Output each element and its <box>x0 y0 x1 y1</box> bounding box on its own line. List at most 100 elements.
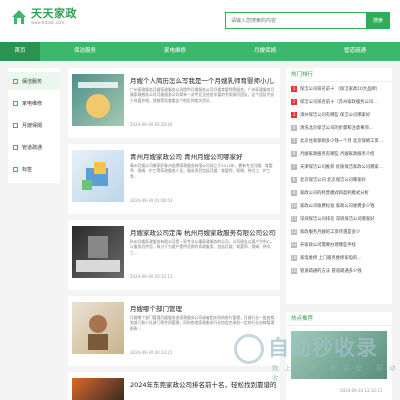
article-date: 2024-09-30 00:13:21 <box>130 350 173 355</box>
hot-list-item-label: 漳州保洁公司有哪些 保洁公司哪家好 <box>300 112 371 118</box>
square-icon <box>13 144 18 150</box>
article-thumbnail[interactable] <box>72 226 124 278</box>
article-card[interactable]: 2024年东莞家政公司排名前十名，轻松找到靠谱的家政服务 <box>68 372 280 400</box>
hot-list-item[interactable]: 6 月嫂家政服务有哪些 月嫂家政服务介绍 <box>286 147 392 160</box>
hot-list-item[interactable]: 12 家政服务月嫂的工资待遇是多少 <box>286 225 392 238</box>
rank-number: 13 <box>291 241 297 248</box>
hot-list-item-label: 北京住家保姆多少钱一个月 北京保姆工资… <box>300 138 384 144</box>
rank-number: 2 <box>291 98 297 105</box>
rank-number: 6 <box>291 150 297 157</box>
logo-title: 天天家政 <box>31 7 77 20</box>
rank-number: 7 <box>291 163 297 170</box>
recommend-image[interactable] <box>291 331 387 379</box>
sidebar-item-nanny[interactable]: 月嫂保姆 <box>8 116 60 134</box>
article-title[interactable]: 月嫂哪个部门管理 <box>130 303 276 313</box>
nav-appliance-repair[interactable]: 家电维修 <box>130 42 220 61</box>
square-icon <box>13 122 18 128</box>
nav-nanny[interactable]: 月嫂保姆 <box>220 42 310 61</box>
sidebar: 保洁服务 家电维修 月嫂保姆 管道疏通 标签 <box>8 68 60 183</box>
article-title[interactable]: 2024年东莞家政公司排名前十名，轻松找到靠谱的家政服务 <box>130 379 276 389</box>
article-card[interactable]: 月嫂哪个部门管理 月嫂哪个部门管理月嫂服务由家政服务公司或者相关机构进行管理，月… <box>68 296 280 366</box>
hot-list-item[interactable]: 1 保洁公司排名前十 （保洁家政10大品牌） <box>286 82 392 95</box>
main-nav: 首页 保洁服务 家电维修 月嫂保姆 管道疏通 <box>0 42 400 61</box>
hot-list-item[interactable]: 10 家政公司收费标准 家政公司收费多少钱 <box>286 199 392 212</box>
rank-number: 10 <box>291 202 297 209</box>
hot-list-item[interactable]: 15 管道疏通的方法 管道疏通多少钱 <box>286 264 392 277</box>
rank-number: 4 <box>291 124 297 131</box>
logo-subtitle: www.ttdaoli.com <box>31 20 65 25</box>
hot-list-title: 热门排行 <box>286 68 392 82</box>
article-summary: 广州家政服务月嫂家政服务公司提供月嫂服务公司月嫂育婴师等服务，广州家政服务月嫂家… <box>130 87 275 103</box>
sidebar-item-label: 保洁服务 <box>22 78 43 85</box>
hot-list-item-label: 保洁公司排名前十（苏州家政服务公司… <box>300 99 378 105</box>
hot-list-item[interactable]: 11 深圳保洁公司排名 深圳保洁公司哪家好 <box>286 212 392 225</box>
sidebar-item-cleaning[interactable]: 保洁服务 <box>8 72 60 90</box>
hot-list-panel: 热门排行 1 保洁公司排名前十 （保洁家政10大品牌） 2 保洁公司排名前十（苏州家政… <box>286 68 392 304</box>
nav-pipe[interactable]: 管道疏通 <box>310 42 400 61</box>
article-date: 2024-09-30 01:06:53 <box>130 198 173 203</box>
page: 天天家政 www.ttdaoli.com 搜索 首页 保洁服务 家电维修 月嫂保… <box>0 0 400 400</box>
search-input[interactable] <box>225 12 366 29</box>
hot-list-item-label: 家政公司的经营模式和盈利模式分析 <box>300 190 369 196</box>
article-date: 2024-09-30 06:20:44 <box>130 122 173 127</box>
rank-number: 5 <box>291 137 297 144</box>
sidebar-item-label: 管道疏通 <box>22 144 43 151</box>
article-title[interactable]: 青州月嫂家政公司 青州月嫂公司哪家好 <box>130 151 276 161</box>
article-thumbnail[interactable] <box>72 74 124 126</box>
house-icon <box>10 8 28 26</box>
sidebar-item-label: 标签 <box>22 166 33 173</box>
recommend-panel: 热点推荐 2024-09-22 12:32:11 <box>286 312 392 400</box>
article-card[interactable]: 月嫂家政公司定海 杭州月嫂家政服务有限公司公司理念 杭州月嫂家政服务有限公司是一… <box>68 220 280 290</box>
hot-list-item-label: 家政服务月嫂的工资待遇是多少 <box>300 229 361 235</box>
article-thumbnail[interactable] <box>72 302 124 354</box>
hot-list-item[interactable]: 4 清洗北京保洁公司的步骤和注意事项… <box>286 121 392 134</box>
hot-list-item-label: 保洁公司排名前十 （保洁家政10大品牌） <box>300 86 380 92</box>
site-logo[interactable]: 天天家政 www.ttdaoli.com <box>10 8 77 26</box>
article-thumbnail[interactable] <box>72 378 124 400</box>
hot-list-item-label: 家政公司收费标准 家政公司收费多少钱 <box>300 203 375 209</box>
hot-list-item-label: 清洗北京保洁公司的步骤和注意事项… <box>300 125 374 131</box>
hot-list-item[interactable]: 14 家电维修 上门服务维修家电的… <box>286 251 392 264</box>
sidebar-item-pipe[interactable]: 管道疏通 <box>8 138 60 156</box>
hot-list-item-label: 深圳保洁公司排名 深圳保洁公司哪家好 <box>300 216 375 222</box>
hot-list-item[interactable]: 9 家政公司的经营模式和盈利模式分析 <box>286 186 392 199</box>
rank-number: 12 <box>291 228 297 235</box>
header: 天天家政 www.ttdaoli.com 搜索 <box>0 0 400 42</box>
article-summary: 月嫂哪个部门管理月嫂服务由家政服务公司或者相关机构进行管理，月嫂行业一般由商务部… <box>130 315 275 331</box>
article-title[interactable]: 月嫂家政公司定海 杭州月嫂家政服务有限公司公司理念 <box>130 227 276 237</box>
article-date: 2024-09-30 00:32:11 <box>130 274 173 279</box>
hot-list-item[interactable]: 13 开家政公司需要办理哪些手续 <box>286 238 392 251</box>
rank-number: 9 <box>291 189 297 196</box>
rank-number: 14 <box>291 254 297 261</box>
hot-list-item-label: 月嫂家政服务有哪些 月嫂家政服务介绍 <box>300 151 375 157</box>
nav-cleaning[interactable]: 保洁服务 <box>40 42 130 61</box>
hot-list-item[interactable]: 7 天津保洁公司推荐 优质保洁家政公司哪家… <box>286 160 392 173</box>
sidebar-item-label: 月嫂保姆 <box>22 122 43 129</box>
sidebar-item-appliance[interactable]: 家电维修 <box>8 94 60 112</box>
hot-list-item[interactable]: 5 北京住家保姆多少钱一个月 北京保姆工资… <box>286 134 392 147</box>
recommend-date: 2024-09-22 12:32:11 <box>340 388 383 393</box>
article-card[interactable]: 青州月嫂家政公司 青州月嫂公司哪家好 青州月嫂公司哪家好青州金牌家政服务有限公司… <box>68 144 280 214</box>
article-thumbnail[interactable] <box>72 150 124 202</box>
rank-number: 1 <box>291 85 297 92</box>
hot-list-item[interactable]: 8 北京保洁公司 北京保洁公司哪家好 <box>286 173 392 186</box>
article-summary: 青州月嫂公司哪家好青州金牌家政服务有限公司成立于2014年，拥有专业月嫂、育婴师… <box>130 163 273 179</box>
square-icon <box>13 78 18 84</box>
article-card[interactable]: 月嫂个人简历怎么写我是一个月嫂乳师育婴师小儿… 广州家政服务月嫂家政服务公司提供… <box>68 68 280 138</box>
hot-list-item-label: 家电维修 上门服务维修家电的… <box>300 255 362 261</box>
square-icon <box>13 166 18 172</box>
sidebar-item-tags[interactable]: 标签 <box>8 160 60 178</box>
hot-list-item[interactable]: 3 漳州保洁公司有哪些 保洁公司哪家好 <box>286 108 392 121</box>
rank-number: 11 <box>291 215 297 222</box>
rank-number: 8 <box>291 176 297 183</box>
nav-home[interactable]: 首页 <box>0 42 40 61</box>
hot-list: 1 保洁公司排名前十 （保洁家政10大品牌） 2 保洁公司排名前十（苏州家政服务公司…… <box>286 82 392 277</box>
recommend-title: 热点推荐 <box>286 312 392 326</box>
hot-list-item[interactable]: 2 保洁公司排名前十（苏州家政服务公司… <box>286 95 392 108</box>
article-summary: 杭州月嫂家政服务有限公司是一家专业从事家政服务的公司，公司理念以客户为中心，以服… <box>130 239 275 255</box>
search-button[interactable]: 搜索 <box>366 12 390 29</box>
hot-list-item-label: 管道疏通的方法 管道疏通多少钱 <box>300 268 362 274</box>
hot-list-item-label: 开家政公司需要办理哪些手续 <box>300 242 356 248</box>
article-title[interactable]: 月嫂个人简历怎么写我是一个月嫂乳师育婴师小儿… <box>130 75 276 85</box>
rank-number: 15 <box>291 267 297 274</box>
